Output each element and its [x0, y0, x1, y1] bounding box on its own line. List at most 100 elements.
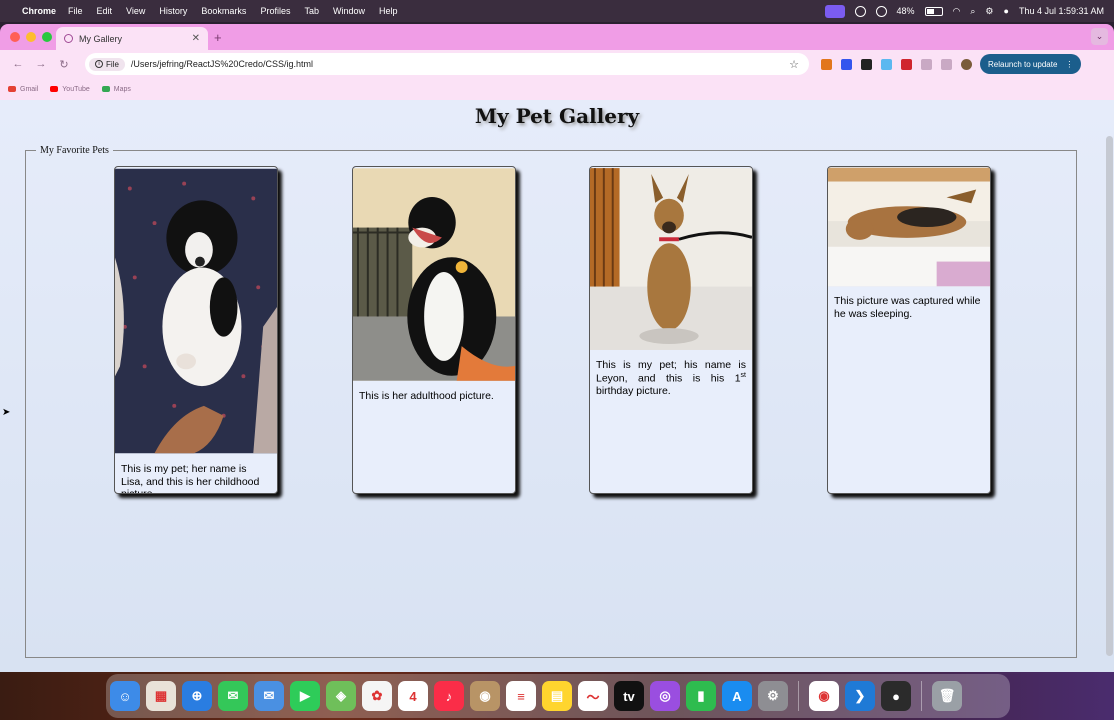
maps-icon [101, 86, 110, 92]
reload-icon[interactable]: ↻ [54, 58, 74, 71]
globe-icon [64, 34, 73, 43]
play-icon[interactable] [875, 5, 887, 17]
tab-my-gallery[interactable]: My Gallery ✕ [56, 27, 208, 50]
new-tab-icon[interactable]: + [214, 30, 222, 45]
pet-photo-dog-sleeping [828, 167, 990, 287]
dock-podcasts-icon[interactable]: ◎ [650, 681, 680, 711]
siri-icon[interactable]: ● [1004, 6, 1009, 16]
menu-tab[interactable]: Tab [304, 6, 319, 16]
mouse-pointer-icon: ➤ [2, 407, 11, 418]
gmail-icon [8, 86, 16, 92]
page-scrollbar[interactable] [1106, 136, 1113, 656]
bookmark-gmail[interactable]: Gmail [8, 86, 38, 93]
metamask-extension-icon[interactable] [821, 58, 832, 70]
dock-music-icon[interactable]: ♪ [434, 681, 464, 711]
pet-photo-puppy-on-blanket [115, 168, 277, 454]
pet-card: This is her adulthood picture. [352, 166, 516, 494]
status-icon[interactable] [854, 5, 866, 17]
bookmark-label: YouTube [62, 85, 90, 93]
control-center-icon[interactable]: ⚙ [985, 6, 993, 17]
dock-chrome-icon[interactable]: ◉ [809, 681, 839, 711]
dock-calendar-icon[interactable]: 4 [398, 681, 428, 711]
dock-trash-icon[interactable]: 🗑 [932, 681, 962, 711]
dock-separator [798, 681, 799, 711]
menu-file[interactable]: File [68, 6, 83, 16]
pet-card: This picture was captured while he was s… [827, 166, 991, 494]
ordinal-suffix: st [740, 371, 746, 379]
bookmark-maps[interactable]: Maps [101, 86, 131, 93]
screen-record-icon[interactable] [824, 4, 845, 18]
page-title: My Pet Gallery [474, 104, 640, 128]
relaunch-label: Relaunch to update [988, 59, 1058, 69]
back-arrow-icon[interactable]: ← [8, 58, 28, 70]
menu-edit[interactable]: Edit [97, 6, 113, 16]
menu-profiles[interactable]: Profiles [260, 6, 290, 16]
dock-freeform-icon[interactable]: 〜 [578, 681, 608, 711]
dock-vscode-icon[interactable]: ❯ [845, 681, 875, 711]
zoom-window-button[interactable] [42, 32, 52, 42]
page-viewport[interactable]: My Pet Gallery My Favorite Pets This is … [0, 100, 1114, 672]
browser-toolbar: ← → ↻ i File /Users/jefring/ReactJS%20Cr… [0, 50, 1114, 78]
tab-search-chevron-icon[interactable]: ⌄ [1091, 28, 1108, 45]
menu-history[interactable]: History [159, 6, 187, 16]
battery-icon[interactable] [924, 6, 943, 16]
dock-contacts-icon[interactable]: ◉ [470, 681, 500, 711]
dock-separator [921, 681, 922, 711]
window-controls [10, 32, 52, 42]
dock-finder-icon[interactable]: ☺ [110, 681, 140, 711]
wifi-icon[interactable]: ◠ [953, 6, 961, 17]
dock-system-settings-icon[interactable]: ⚙ [758, 681, 788, 711]
dock-apple-tv-icon[interactable]: tv [614, 681, 644, 711]
react-devtools-icon[interactable] [881, 58, 892, 70]
extensions-area [821, 58, 972, 70]
site-info-label: File [106, 59, 119, 69]
pet-caption-text: birthday picture. [596, 384, 671, 397]
forward-arrow-icon[interactable]: → [31, 58, 51, 70]
dock-photos-icon[interactable]: ✿ [362, 681, 392, 711]
menu-help[interactable]: Help [379, 6, 398, 16]
minimize-window-button[interactable] [26, 32, 36, 42]
pet-caption: This is her adulthood picture. [359, 390, 494, 402]
dock-facetime-icon[interactable]: ▶ [290, 681, 320, 711]
pet-photo-dog-sitting-indoors [590, 168, 752, 350]
vpn-extension-icon[interactable] [841, 58, 852, 70]
site-info-chip[interactable]: i File [89, 57, 125, 71]
dock-notes-icon[interactable]: ▤ [542, 681, 572, 711]
menu-bookmarks[interactable]: Bookmarks [201, 6, 246, 16]
reading-list-icon[interactable] [941, 58, 952, 70]
url-text[interactable]: /Users/jefring/ReactJS%20Credo/CSS/ig.ht… [131, 59, 313, 69]
relaunch-button[interactable]: Relaunch to update ⋮ [980, 54, 1082, 74]
dock-app-store-icon[interactable]: A [722, 681, 752, 711]
close-tab-icon[interactable]: ✕ [192, 33, 200, 44]
menu-view[interactable]: View [126, 6, 145, 16]
dock-safari-icon[interactable]: ⊕ [182, 681, 212, 711]
spotlight-search-icon[interactable]: ⌕ [970, 6, 975, 17]
app-menu-chrome[interactable]: Chrome [22, 6, 56, 16]
dock-numbers-icon[interactable]: ▮ [686, 681, 716, 711]
bookmark-youtube[interactable]: YouTube [50, 86, 90, 93]
bookmarks-bar: Gmail YouTube Maps [0, 78, 1114, 100]
dock-mail-icon[interactable]: ✉ [254, 681, 284, 711]
extensions-puzzle-icon[interactable] [921, 58, 932, 70]
menu-window[interactable]: Window [333, 6, 365, 16]
fieldset-legend: My Favorite Pets [40, 145, 109, 156]
close-window-button[interactable] [10, 32, 20, 42]
pet-photo-dog-on-balcony [353, 168, 515, 381]
shield-extension-icon[interactable] [901, 58, 912, 70]
profile-avatar[interactable] [961, 58, 972, 70]
pet-caption-text: This is my pet; his name is Leyon, and t… [596, 359, 746, 385]
dock-maps-icon[interactable]: ◈ [326, 681, 356, 711]
pet-caption: This is my pet; her name is Lisa, and th… [121, 463, 260, 493]
pet-card: This is my pet; her name is Lisa, and th… [114, 166, 278, 494]
bookmark-star-icon[interactable]: ☆ [789, 58, 799, 71]
dock-obs-icon[interactable]: ● [881, 681, 911, 711]
s-extension-icon[interactable] [861, 58, 872, 70]
dock-launchpad-icon[interactable]: ▦ [146, 681, 176, 711]
tab-title: My Gallery [79, 33, 123, 44]
info-icon: i [95, 60, 103, 68]
dock-messages-icon[interactable]: ✉ [218, 681, 248, 711]
address-bar[interactable]: i File /Users/jefring/ReactJS%20Credo/CS… [85, 53, 809, 75]
menubar-clock[interactable]: Thu 4 Jul 1:59:31 AM [1019, 6, 1104, 16]
bookmark-label: Gmail [20, 85, 39, 93]
dock-reminders-icon[interactable]: ≡ [506, 681, 536, 711]
